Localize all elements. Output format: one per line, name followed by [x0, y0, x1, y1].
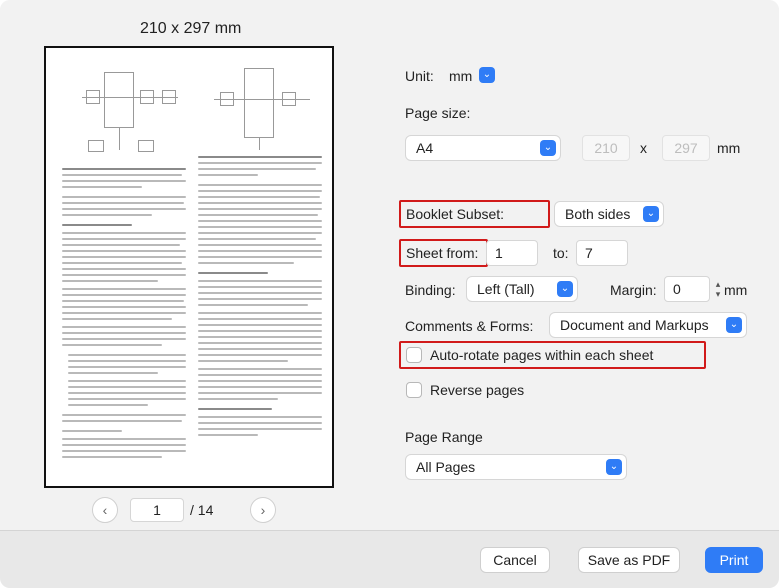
- preview-figure-left: [82, 62, 178, 158]
- size-x-label: x: [640, 140, 647, 156]
- preview-figure-right: [214, 62, 310, 152]
- booklet-subset-select[interactable]: Both sides ⌄: [554, 201, 664, 227]
- sheet-to-label: to:: [553, 245, 569, 261]
- paper-size-label: 210 x 297 mm: [140, 20, 242, 37]
- reverse-pages-checkbox[interactable]: [406, 382, 422, 398]
- booklet-subset-value: Both sides: [565, 206, 631, 222]
- margin-stepper-icon[interactable]: ▴ ▾: [713, 279, 723, 299]
- page-range-label: Page Range: [405, 429, 483, 445]
- margin-unit-label: mm: [724, 282, 748, 298]
- next-page-button[interactable]: ›: [250, 497, 276, 523]
- margin-field[interactable]: 0: [664, 276, 710, 302]
- page-preview: [44, 46, 334, 488]
- page-height-field[interactable]: 297: [662, 135, 710, 161]
- auto-rotate-label: Auto-rotate pages within each sheet: [430, 347, 654, 363]
- sheet-from-label: Sheet from:: [406, 245, 479, 261]
- chevron-down-icon: ⌄: [606, 459, 622, 475]
- sheet-from-field[interactable]: 1: [486, 240, 538, 266]
- print-dialog: 210 x 297 mm ‹ 1 / 14 › Unit: mm ⌄ Page …: [0, 0, 779, 588]
- print-button[interactable]: Print: [705, 547, 763, 573]
- auto-rotate-checkbox[interactable]: [406, 347, 422, 363]
- unit-chevron-icon[interactable]: ⌄: [479, 67, 495, 83]
- page-size-value: A4: [416, 140, 434, 156]
- comments-forms-select[interactable]: Document and Markups ⌄: [549, 312, 747, 338]
- page-navigator: ‹ 1 / 14 ›: [92, 497, 276, 523]
- page-size-label: Page size:: [405, 105, 471, 121]
- page-size-select[interactable]: A4 ⌄: [405, 135, 561, 161]
- dialog-footer: Cancel Save as PDF Print: [0, 530, 779, 588]
- unit-label: Unit:: [405, 68, 434, 84]
- booklet-subset-label: Booklet Subset:: [406, 206, 505, 222]
- comments-forms-label: Comments & Forms:: [405, 318, 534, 334]
- total-pages-label: / 14: [190, 502, 214, 518]
- cancel-button[interactable]: Cancel: [480, 547, 550, 573]
- page-range-select[interactable]: All Pages ⌄: [405, 454, 627, 480]
- page-range-value: All Pages: [416, 459, 476, 475]
- chevron-left-icon: ‹: [102, 502, 108, 518]
- save-as-pdf-button[interactable]: Save as PDF: [578, 547, 680, 573]
- binding-label: Binding:: [405, 282, 456, 298]
- chevron-down-icon: ⌄: [643, 206, 659, 222]
- reverse-pages-label: Reverse pages: [430, 382, 525, 398]
- chevron-down-icon: ⌄: [557, 281, 573, 297]
- comments-forms-value: Document and Markups: [560, 317, 709, 333]
- chevron-down-icon: ⌄: [726, 317, 742, 333]
- binding-select[interactable]: Left (Tall) ⌄: [466, 276, 578, 302]
- dialog-body: 210 x 297 mm ‹ 1 / 14 › Unit: mm ⌄ Page …: [0, 0, 779, 530]
- binding-value: Left (Tall): [477, 281, 535, 297]
- previous-page-button[interactable]: ‹: [92, 497, 118, 523]
- current-page-field[interactable]: 1: [130, 498, 184, 522]
- unit-value[interactable]: mm: [449, 68, 472, 84]
- size-unit-label: mm: [717, 140, 741, 156]
- margin-label: Margin:: [610, 282, 657, 298]
- chevron-right-icon: ›: [260, 502, 266, 518]
- chevron-down-icon: ⌄: [540, 140, 556, 156]
- page-width-field[interactable]: 210: [582, 135, 630, 161]
- sheet-to-field[interactable]: 7: [576, 240, 628, 266]
